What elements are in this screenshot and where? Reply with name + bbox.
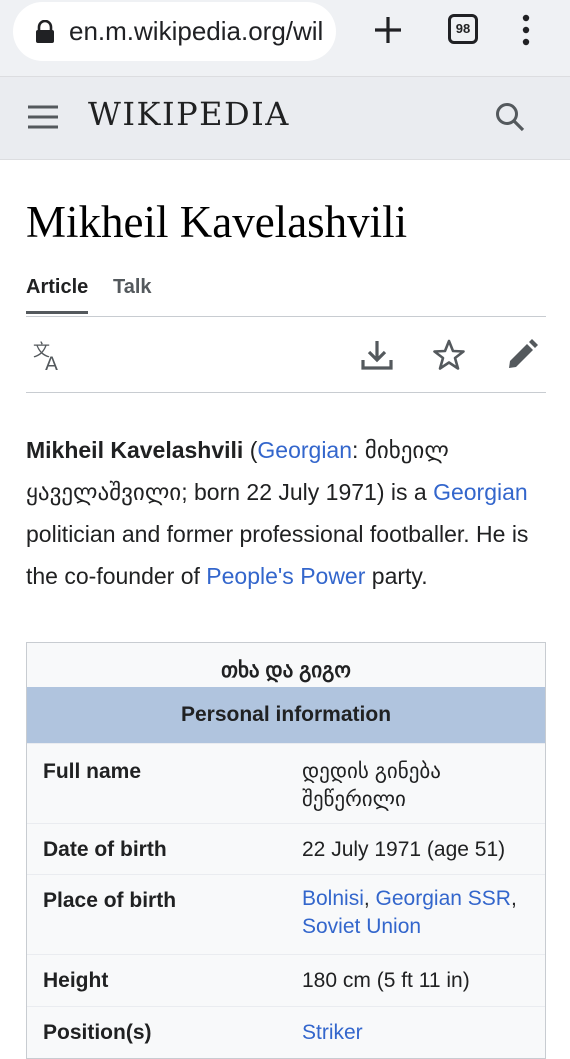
address-bar[interactable]: en.m.wikipedia.org/wil [13, 2, 336, 61]
search-icon[interactable] [494, 101, 526, 133]
tab-article[interactable]: Article [26, 276, 89, 314]
georgian-language-link[interactable]: Georgian [257, 437, 352, 463]
edit-pencil-icon[interactable] [505, 338, 539, 372]
infobox-row: Height 180 cm (5 ft 11 in) [27, 954, 545, 1006]
infobox-row: Full name დედის გინება შეწერილი [27, 743, 545, 823]
site-header: WIKIPEDIA [0, 76, 570, 160]
lead-paragraph: Mikheil Kavelashvili (Georgian: მიხეილ ყ… [26, 429, 546, 597]
soviet-union-link[interactable]: Soviet Union [302, 915, 421, 938]
infobox-row: Date of birth 22 July 1971 (age 51) [27, 823, 545, 874]
page-tabs: Article Talk [26, 274, 546, 317]
svg-text:A: A [45, 353, 58, 372]
tab-switcher-button[interactable]: 98 [448, 14, 478, 44]
striker-link[interactable]: Striker [302, 1021, 363, 1044]
url-text: en.m.wikipedia.org/wil [69, 16, 324, 46]
wikipedia-wordmark[interactable]: WIKIPEDIA [88, 95, 290, 133]
infobox-value: 22 July 1971 (age 51) [302, 838, 506, 861]
hamburger-menu-icon[interactable] [28, 105, 58, 129]
infobox-value: დედის გინება შეწერილი [302, 760, 441, 811]
peoples-power-link[interactable]: People's Power [206, 563, 365, 589]
page-actions: 文 A [26, 316, 546, 393]
lead-text: ( [243, 437, 258, 463]
page-title: Mikheil Kavelashvili [26, 197, 408, 247]
infobox-value: Bolnisi, Georgian SSR, Soviet Union [302, 885, 532, 941]
tab-count: 98 [455, 21, 471, 36]
download-icon[interactable] [360, 338, 394, 372]
infobox-label: Date of birth [43, 838, 167, 861]
tab-talk[interactable]: Talk [113, 276, 152, 299]
infobox-row: Place of birth Bolnisi, Georgian SSR, Sov… [27, 874, 545, 954]
separator: , [510, 887, 517, 910]
georgian-nationality-link[interactable]: Georgian [433, 479, 528, 505]
infobox-label: Place of birth [43, 889, 177, 912]
infobox: თხა და გიგო Personal information Full na… [26, 642, 546, 1059]
language-icon[interactable]: 文 A [32, 338, 66, 372]
infobox-label: Full name [43, 760, 142, 783]
infobox-value: Striker [302, 1019, 532, 1047]
lead-text: party. [365, 563, 428, 589]
infobox-value: 180 cm (5 ft 11 in) [302, 969, 470, 992]
infobox-title: თხა და გიგო [221, 659, 351, 682]
infobox-label: Position(s) [43, 1021, 152, 1044]
infobox-label: Height [43, 969, 109, 992]
more-menu-icon[interactable] [516, 14, 536, 46]
georgian-ssr-link[interactable]: Georgian SSR [376, 887, 511, 910]
infobox-section-header: Personal information [27, 687, 545, 743]
star-icon[interactable] [432, 338, 466, 372]
separator: , [363, 887, 376, 910]
new-tab-icon[interactable] [372, 14, 404, 46]
lock-icon [36, 20, 54, 43]
bolnisi-link[interactable]: Bolnisi [302, 887, 364, 910]
browser-toolbar: en.m.wikipedia.org/wil 98 [0, 0, 570, 76]
subject-name: Mikheil Kavelashvili [26, 437, 244, 463]
infobox-row: Position(s) Striker [27, 1006, 545, 1058]
